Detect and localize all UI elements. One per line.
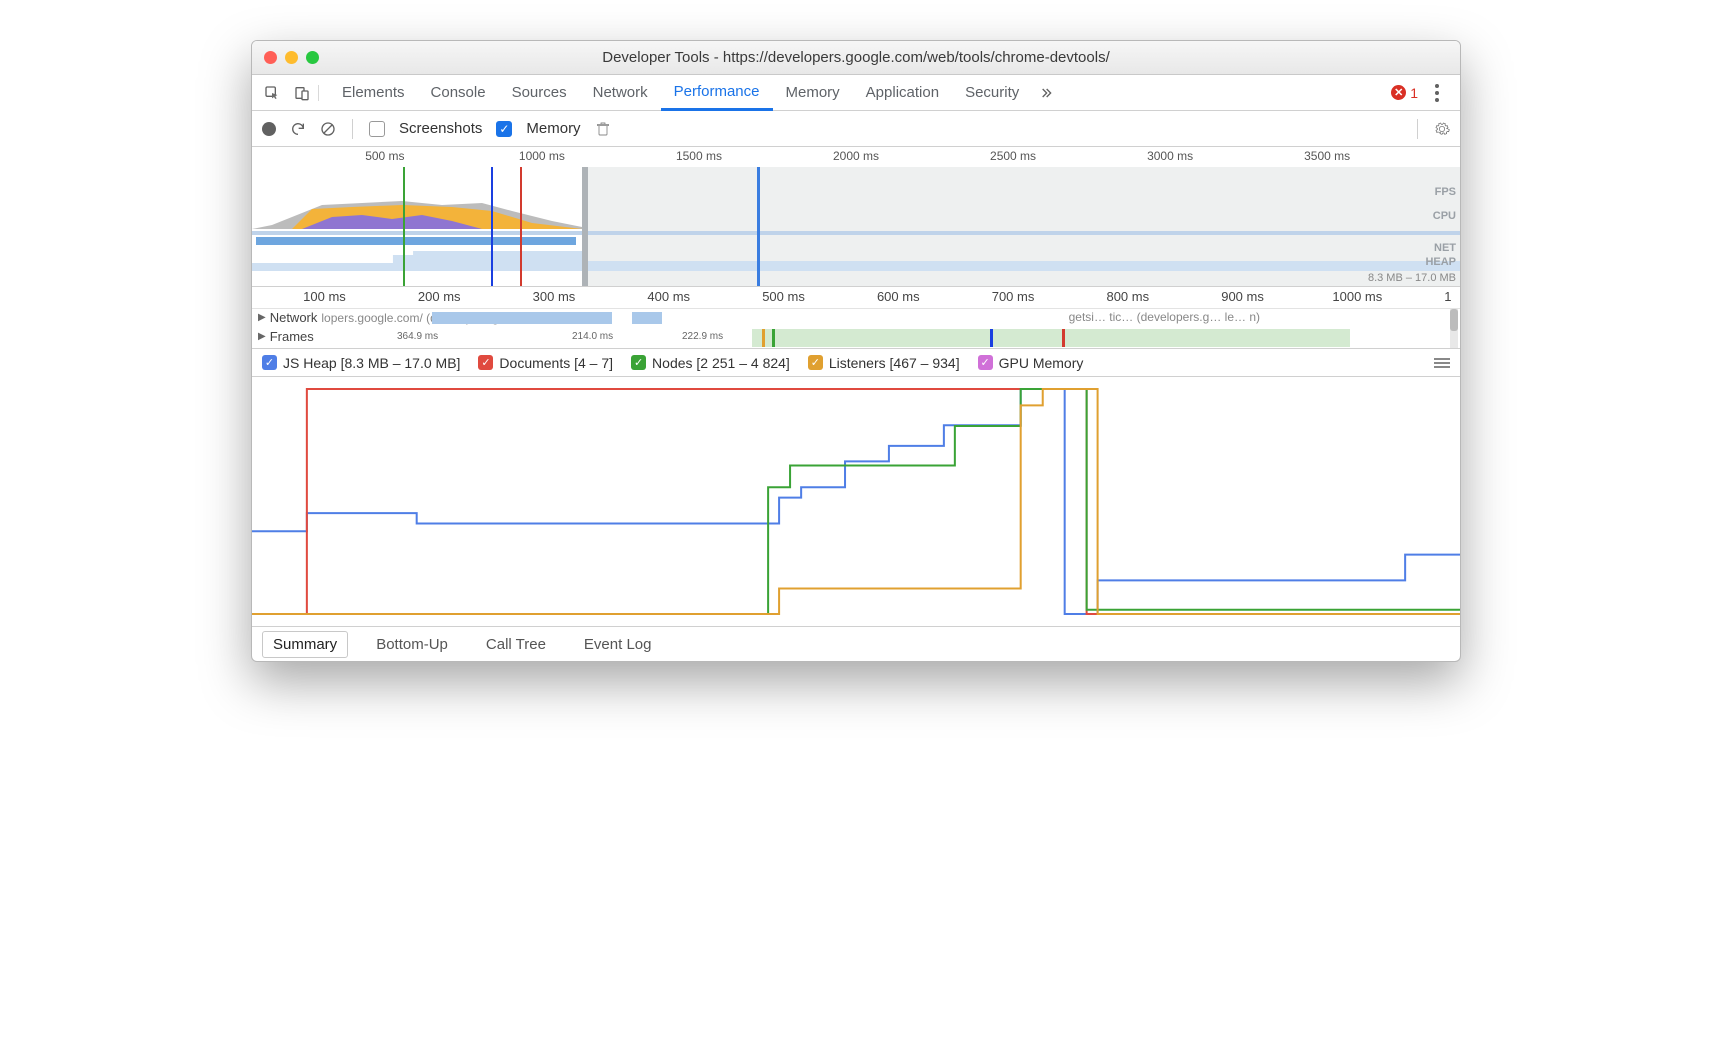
overview-marker — [757, 167, 760, 286]
frame-marker — [762, 329, 765, 347]
tab-security[interactable]: Security — [952, 75, 1032, 111]
overview-marker — [403, 167, 405, 286]
settings-gear-icon[interactable] — [1434, 121, 1450, 137]
tab-summary[interactable]: Summary — [262, 631, 348, 658]
net-block — [632, 312, 662, 324]
main-tabs: Elements Console Sources Network Perform… — [252, 75, 1460, 111]
memory-legend: JS Heap [8.3 MB – 17.0 MB] Documents [4 … — [252, 349, 1460, 377]
tab-performance[interactable]: Performance — [661, 75, 773, 111]
device-toolbar-icon[interactable] — [294, 85, 310, 101]
tab-network[interactable]: Network — [580, 75, 661, 111]
frames-bar — [752, 329, 1350, 347]
overview-ruler: 500 ms 1000 ms 1500 ms 2000 ms 2500 ms 3… — [252, 147, 1460, 167]
trash-icon[interactable] — [595, 121, 611, 137]
devtools-menu-icon[interactable] — [1428, 84, 1446, 102]
tab-elements[interactable]: Elements — [329, 75, 418, 111]
overview-lane-labels: FPS CPU NET HEAP — [1425, 185, 1456, 269]
tab-application[interactable]: Application — [853, 75, 952, 111]
tab-event-log[interactable]: Event Log — [574, 632, 662, 657]
overview-body: FPS CPU NET HEAP 8.3 MB – 17.0 MB — [252, 167, 1460, 286]
cpu-area — [252, 197, 582, 229]
flame-chart[interactable]: ▶ Network lopers.google.com/ (developers… — [252, 309, 1460, 349]
error-count: 1 — [1410, 85, 1418, 101]
memory-label: Memory — [526, 120, 580, 137]
frame-marker — [1062, 329, 1065, 347]
titlebar: Developer Tools - https://developers.goo… — [252, 41, 1460, 75]
expand-icon[interactable]: ▶ — [258, 312, 266, 323]
legend-listeners[interactable]: Listeners [467 – 934] — [808, 355, 960, 371]
more-tabs-chevron-icon[interactable] — [1038, 85, 1054, 101]
clear-button[interactable] — [320, 121, 336, 137]
devtools-window: Developer Tools - https://developers.goo… — [251, 40, 1461, 662]
screenshots-checkbox[interactable] — [369, 121, 385, 137]
heap-area — [252, 247, 1460, 271]
legend-js-heap[interactable]: JS Heap [8.3 MB – 17.0 MB] — [262, 355, 460, 371]
legend-menu-icon[interactable] — [1434, 358, 1450, 368]
tab-memory[interactable]: Memory — [773, 75, 853, 111]
tab-console[interactable]: Console — [418, 75, 499, 111]
expand-icon[interactable]: ▶ — [258, 331, 266, 342]
memory-checkbox[interactable] — [496, 121, 512, 137]
legend-gpu-memory[interactable]: GPU Memory — [978, 355, 1084, 371]
screenshots-label: Screenshots — [399, 120, 482, 137]
inspect-element-icon[interactable] — [264, 85, 280, 101]
error-icon: ✕ — [1391, 85, 1406, 100]
perf-toolbar: Screenshots Memory — [252, 111, 1460, 147]
gets-hint: getsi… tic… (developers.g… le… n) — [1069, 310, 1260, 324]
frame-marker — [772, 329, 775, 347]
scrollbar[interactable] — [1450, 309, 1458, 348]
overview-handle[interactable] — [582, 167, 588, 286]
legend-documents[interactable]: Documents [4 – 7] — [478, 355, 613, 371]
window-title: Developer Tools - https://developers.goo… — [252, 49, 1460, 66]
tab-sources[interactable]: Sources — [499, 75, 580, 111]
legend-nodes[interactable]: Nodes [2 251 – 4 824] — [631, 355, 790, 371]
flame-ruler: 100 ms 200 ms 300 ms 400 ms 500 ms 600 m… — [252, 287, 1460, 309]
net-bar — [256, 237, 576, 245]
reload-button[interactable] — [290, 121, 306, 137]
tab-call-tree[interactable]: Call Tree — [476, 632, 556, 657]
overview-panel[interactable]: 500 ms 1000 ms 1500 ms 2000 ms 2500 ms 3… — [252, 147, 1460, 287]
details-tabs: Summary Bottom-Up Call Tree Event Log — [252, 627, 1460, 661]
overview-marker — [491, 167, 493, 286]
net-block — [432, 312, 612, 324]
tab-bottom-up[interactable]: Bottom-Up — [366, 632, 458, 657]
error-badge[interactable]: ✕1 — [1391, 85, 1418, 101]
memory-chart[interactable] — [252, 377, 1460, 627]
frame-marker — [990, 329, 993, 347]
overview-marker — [520, 167, 522, 286]
record-button[interactable] — [262, 122, 276, 136]
net-thin-bar — [252, 231, 1460, 235]
heap-range-label: 8.3 MB – 17.0 MB — [1368, 272, 1456, 284]
